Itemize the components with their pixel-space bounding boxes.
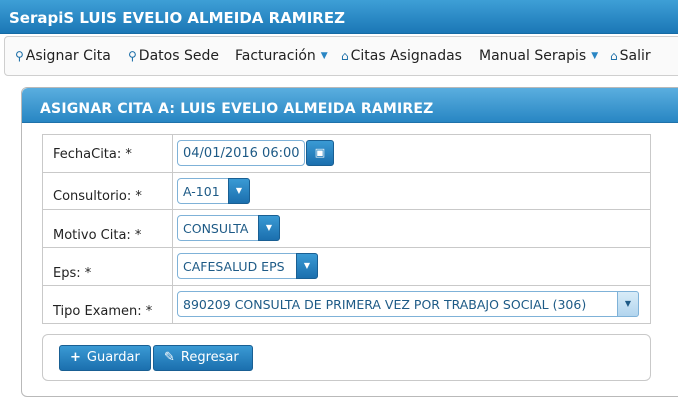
search-icon: ⚲ xyxy=(128,49,137,63)
eps-value: CAFESALUD EPS xyxy=(183,259,285,274)
app-title-bar: SerapiS LUIS EVELIO ALMEIDA RAMIREZ xyxy=(0,0,678,34)
panel-title-text: ASIGNAR CITA A: LUIS EVELIO ALMEIDA RAMI… xyxy=(40,101,434,117)
pencil-icon: ✎ xyxy=(164,350,175,365)
menu-item-manual-serapis[interactable]: Manual Serapis ▼ xyxy=(479,48,598,64)
eps-label: Eps: * xyxy=(42,247,173,286)
tipo-examen-field-cell: 890209 CONSULTA DE PRIMERA VEZ POR TRABA… xyxy=(172,285,651,324)
consultorio-label-text: Consultorio: * xyxy=(53,189,142,204)
chevron-down-icon[interactable]: ▼ xyxy=(617,291,639,317)
menu-item-citas-asignadas[interactable]: ⌂ Citas Asignadas xyxy=(341,48,462,64)
chevron-down-icon: ▼ xyxy=(320,51,328,61)
eps-select[interactable]: CAFESALUD EPS ▼ xyxy=(177,253,318,279)
tipo-examen-select[interactable]: 890209 CONSULTA DE PRIMERA VEZ POR TRABA… xyxy=(177,291,639,317)
motivo-cita-select[interactable]: CONSULTA ▼ xyxy=(177,215,280,241)
plus-icon: + xyxy=(70,350,81,365)
fecha-label: FechaCita: * xyxy=(42,134,173,173)
menu-item-datos-sede[interactable]: ⚲ Datos Sede xyxy=(128,48,219,64)
menu-item-salir[interactable]: ⌂ Salir xyxy=(610,48,651,64)
menu-item-label: Asignar Cita xyxy=(25,48,111,64)
chevron-down-icon: ▼ xyxy=(591,51,599,61)
fecha-label-text: FechaCita: * xyxy=(53,147,132,162)
search-icon: ⚲ xyxy=(15,49,24,63)
calendar-icon: ▣ xyxy=(314,146,326,159)
fecha-field-cell: 04/01/2016 06:00 ▣ xyxy=(172,134,651,173)
back-button-label: Regresar xyxy=(180,350,239,365)
panel-title: ASIGNAR CITA A: LUIS EVELIO ALMEIDA RAMI… xyxy=(22,88,678,123)
save-button-label: Guardar xyxy=(86,350,140,365)
motivo-label-text: Motivo Cita: * xyxy=(53,228,142,243)
app-title: SerapiS LUIS EVELIO ALMEIDA RAMIREZ xyxy=(9,9,345,27)
tipo-examen-label-text: Tipo Examen: * xyxy=(53,304,153,319)
consultorio-field-cell: A-101 ▼ xyxy=(172,172,651,210)
consultorio-select[interactable]: A-101 ▼ xyxy=(177,178,250,204)
menu-item-label: Facturación xyxy=(235,48,316,64)
menu-item-label: Salir xyxy=(619,48,651,64)
menu-item-label: Manual Serapis xyxy=(479,48,587,64)
consultorio-label: Consultorio: * xyxy=(42,172,173,210)
home-icon: ⌂ xyxy=(341,49,349,63)
chevron-down-icon[interactable]: ▼ xyxy=(296,253,318,279)
form-actions: + Guardar ✎ Regresar xyxy=(42,334,651,381)
motivo-field-cell: CONSULTA ▼ xyxy=(172,209,651,248)
eps-label-text: Eps: * xyxy=(53,266,92,281)
main-menu-bar: ⚲ Asignar Cita ⚲ Datos Sede Facturación … xyxy=(4,36,678,76)
eps-field-cell: CAFESALUD EPS ▼ xyxy=(172,247,651,286)
menu-item-label: Citas Asignadas xyxy=(350,48,462,64)
home-icon: ⌂ xyxy=(610,49,618,63)
fecha-cita-input[interactable]: 04/01/2016 06:00 xyxy=(177,140,305,166)
motivo-value: CONSULTA xyxy=(183,221,249,236)
motivo-label: Motivo Cita: * xyxy=(42,209,173,248)
menu-item-label: Datos Sede xyxy=(138,48,219,64)
chevron-down-icon[interactable]: ▼ xyxy=(258,215,280,241)
chevron-down-icon[interactable]: ▼ xyxy=(228,178,250,204)
consultorio-value: A-101 xyxy=(183,184,220,199)
back-button[interactable]: ✎ Regresar xyxy=(153,345,253,371)
tipo-examen-value: 890209 CONSULTA DE PRIMERA VEZ POR TRABA… xyxy=(183,297,587,312)
tipo-examen-label: Tipo Examen: * xyxy=(42,285,173,324)
calendar-button[interactable]: ▣ xyxy=(306,140,334,166)
appointment-form: FechaCita: * 04/01/2016 06:00 ▣ Consulto… xyxy=(42,134,651,324)
save-button[interactable]: + Guardar xyxy=(59,345,151,371)
menu-item-asignar-cita[interactable]: ⚲ Asignar Cita xyxy=(15,48,111,64)
menu-item-facturacion[interactable]: Facturación ▼ xyxy=(235,48,328,64)
